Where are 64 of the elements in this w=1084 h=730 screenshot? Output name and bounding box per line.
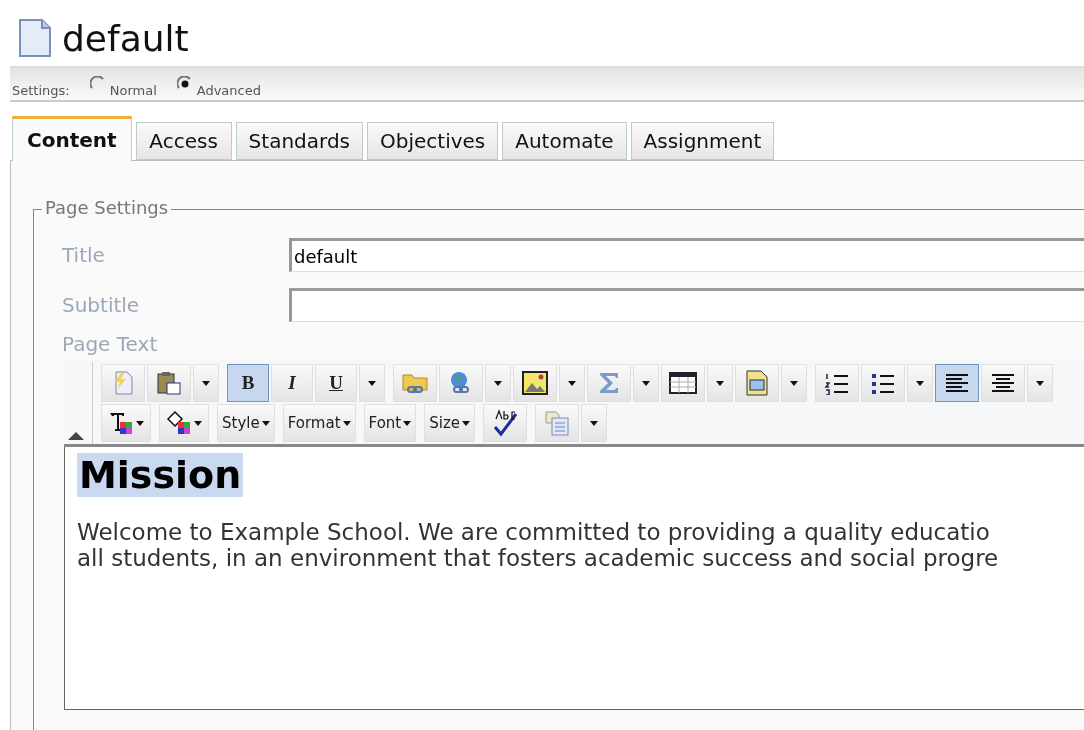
dropdown-arrow-icon <box>790 380 798 386</box>
group-legend: Page Settings <box>42 197 172 218</box>
radio-option[interactable]: Normal <box>89 76 157 98</box>
toolbar-button[interactable] <box>935 364 979 402</box>
editor-text-line: Welcome to Example School. We are committed to providing a quality educatio <box>77 519 991 545</box>
radio-option[interactable]: Advanced <box>176 76 261 98</box>
editor-heading: Mission <box>77 453 244 497</box>
dropdown-arrow-icon <box>136 420 144 426</box>
dropdown-arrow-icon <box>194 420 202 426</box>
dropdown-arrow-icon <box>368 380 376 386</box>
tab[interactable]: Standards <box>235 122 363 160</box>
paint-bucket-icon <box>166 410 192 436</box>
dropdown-arrow-icon <box>403 420 412 426</box>
editor-text-line: all students, in an environment that fosters academic success and social progre <box>77 545 1000 571</box>
field-label: Title <box>62 243 106 267</box>
field-label: Page Text <box>62 332 159 356</box>
dropdown-button[interactable] <box>781 364 807 402</box>
field-label: Subtitle <box>62 293 141 317</box>
tab[interactable]: Objectives <box>367 122 499 160</box>
text-field[interactable]: default <box>289 238 1084 272</box>
dropdown-button[interactable] <box>581 404 607 442</box>
dropdown-arrow-icon <box>916 380 924 386</box>
dropdown-arrow-icon <box>642 380 650 386</box>
toolbar-menu[interactable]: Format <box>282 404 356 442</box>
clipboard-icon <box>156 370 182 396</box>
dropdown-arrow-icon <box>590 420 598 426</box>
format-button[interactable]: I <box>271 364 313 402</box>
toolbar-menu[interactable]: Size <box>424 404 475 442</box>
page-title: default <box>62 17 189 59</box>
image-icon <box>522 371 548 395</box>
dropdown-arrow-icon <box>494 380 502 386</box>
toolbar-menu[interactable]: Font <box>363 404 417 442</box>
tab[interactable]: Automate <box>502 122 627 160</box>
format-button[interactable]: B <box>227 364 269 402</box>
text-color-icon <box>108 410 134 436</box>
dropdown-arrow-icon <box>342 420 351 426</box>
table-icon <box>669 371 697 395</box>
align-left-icon <box>944 372 970 394</box>
editor-body[interactable]: Mission Welcome to Example School. We are committed to providing a quality educatio all students, in an environment that fosters academic success and social progre <box>64 447 1084 710</box>
template-icon <box>544 409 570 437</box>
color-menu-button[interactable] <box>101 404 151 442</box>
color-menu-button[interactable] <box>159 404 209 442</box>
dropdown-button[interactable] <box>359 364 385 402</box>
tab[interactable]: Content <box>12 116 132 161</box>
dropdown-arrow-icon <box>716 380 724 386</box>
sigma-icon <box>597 370 621 396</box>
tab[interactable]: Access <box>135 122 232 160</box>
align-center-icon <box>990 372 1016 394</box>
dropdown-arrow-icon <box>202 380 210 386</box>
dropdown-arrow-icon <box>462 420 470 426</box>
collapse-icon[interactable] <box>68 430 84 440</box>
document-icon <box>18 18 52 58</box>
tab[interactable]: Assignment <box>630 122 775 160</box>
toolbar-menu[interactable]: Style <box>217 404 275 442</box>
settings-label: Settings: <box>12 83 70 98</box>
format-button[interactable]: U <box>315 364 357 402</box>
text-field[interactable] <box>289 288 1084 322</box>
dropdown-arrow-icon <box>261 420 270 426</box>
dropdown-arrow-icon <box>1036 380 1044 386</box>
dropdown-arrow-icon <box>568 380 576 386</box>
document-form-icon <box>744 369 770 397</box>
spell-check-icon <box>491 409 519 437</box>
bullet-list-icon <box>870 371 896 395</box>
numbered-list-icon <box>824 371 850 395</box>
